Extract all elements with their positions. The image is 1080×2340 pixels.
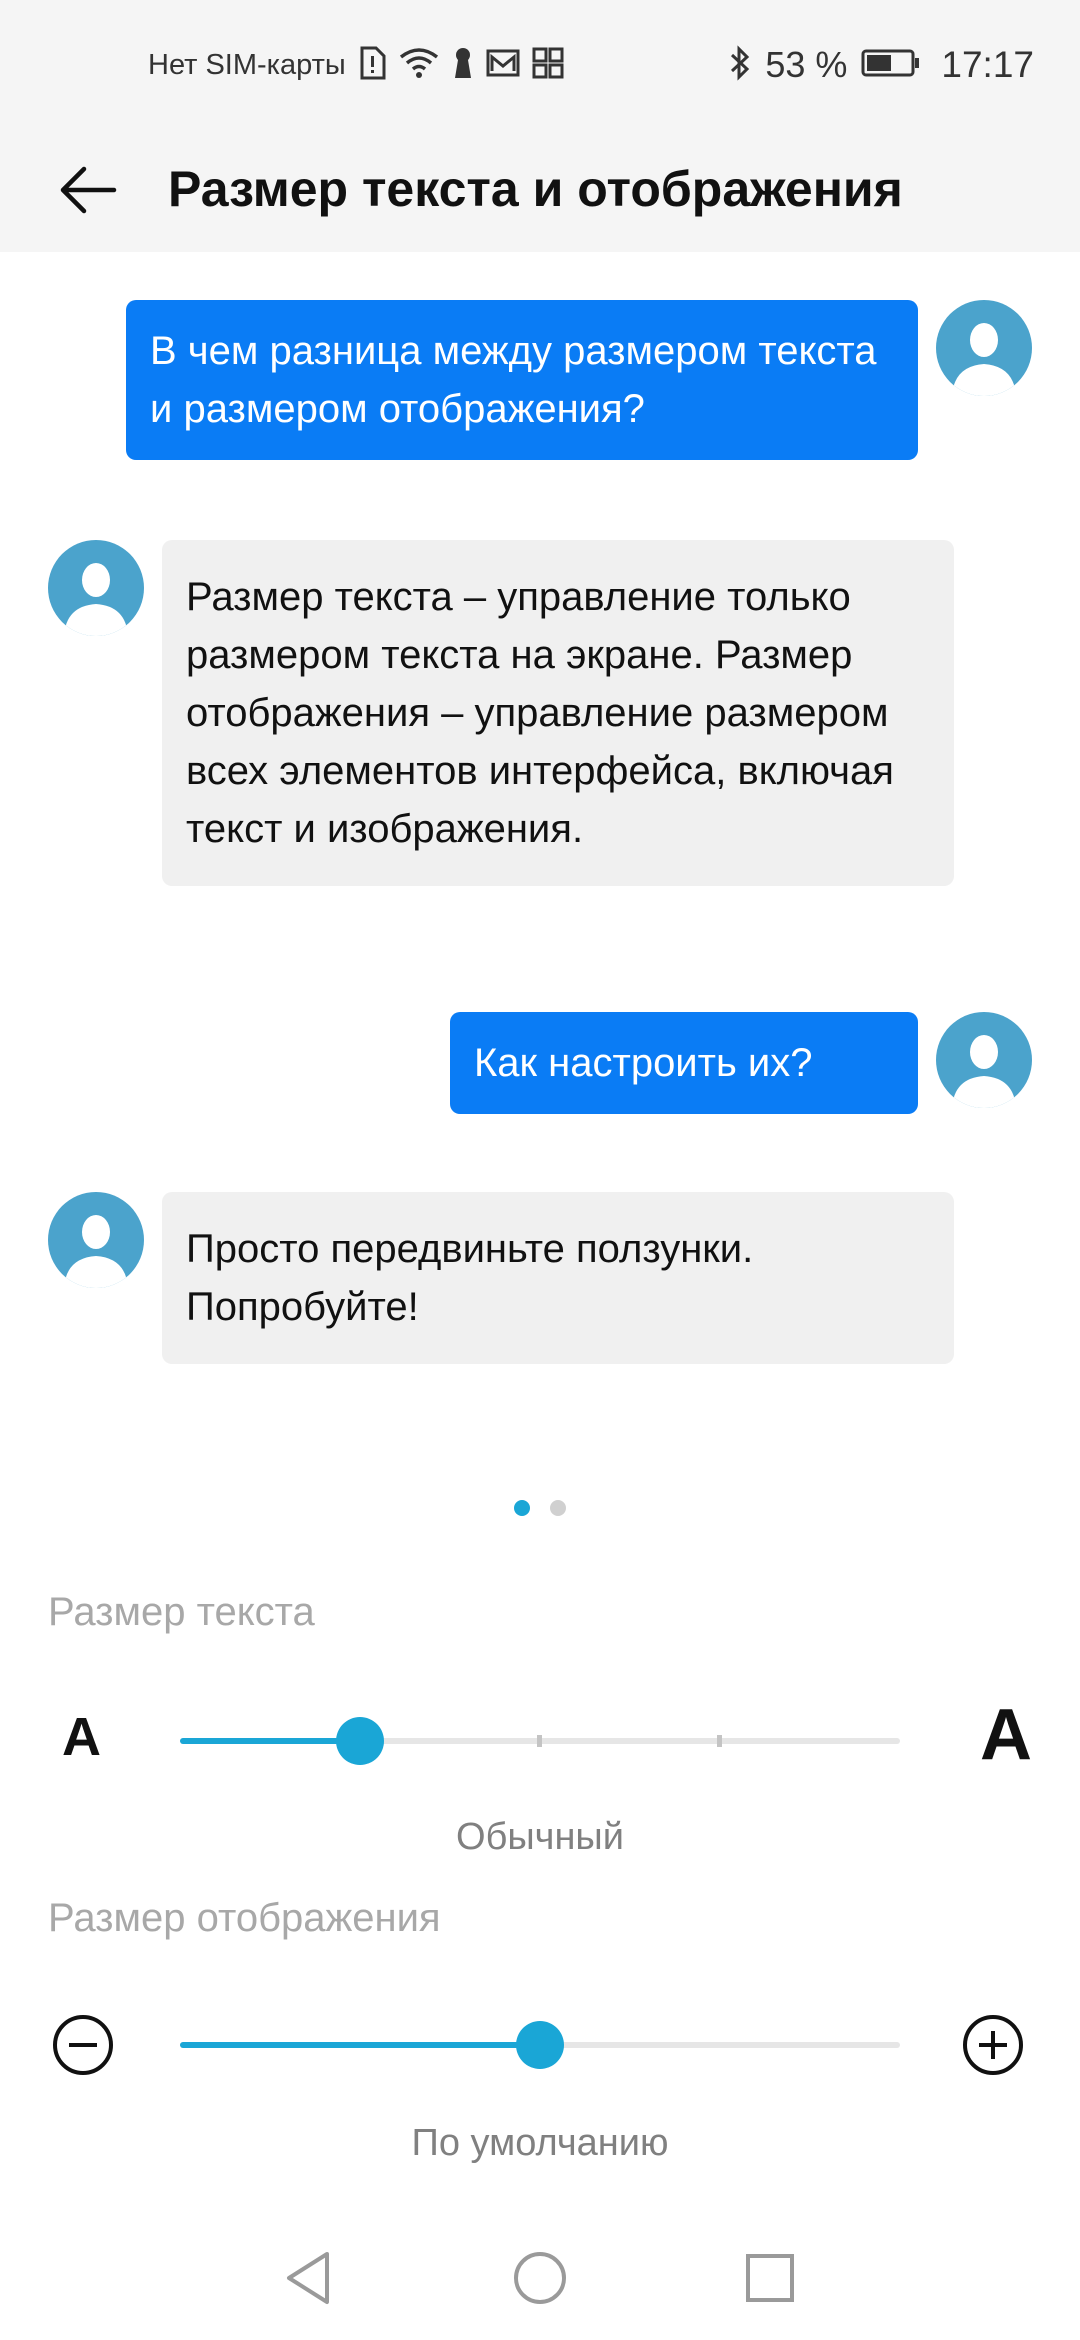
page-dot-active[interactable] xyxy=(514,1500,530,1516)
large-text-icon: A xyxy=(980,1695,1032,1775)
carrier-label: Нет SIM-карты xyxy=(148,49,346,81)
message-text: Как настроить их? xyxy=(474,1041,813,1085)
status-right: 53 % 17:17 xyxy=(729,44,1034,86)
text-size-row: A A xyxy=(0,1695,1080,1786)
status-bar: Нет SIM-карты 53 % 17:17 xyxy=(0,0,1080,132)
nav-recents-icon xyxy=(744,2252,796,2309)
user-avatar xyxy=(936,300,1032,396)
battery-icon xyxy=(861,48,921,83)
wifi-icon xyxy=(398,47,440,84)
small-text-icon: A xyxy=(62,1707,101,1767)
nav-back-icon xyxy=(283,2250,333,2311)
back-button[interactable] xyxy=(48,152,128,232)
person-icon xyxy=(64,563,128,636)
person-icon xyxy=(952,323,1016,396)
user-message-bubble: В чем разница между размером текста и ра… xyxy=(126,300,918,460)
keyhole-icon xyxy=(452,46,474,85)
display-size-row xyxy=(0,2000,1080,2090)
user-message-bubble: Как настроить их? xyxy=(450,1012,918,1114)
app-bar: Размер текста и отображения xyxy=(0,132,1080,252)
person-icon xyxy=(952,1035,1016,1108)
page-dot[interactable] xyxy=(550,1500,566,1516)
nav-home-icon xyxy=(512,2250,568,2311)
display-size-slider[interactable] xyxy=(180,2021,900,2069)
page-indicator xyxy=(0,1500,1080,1516)
mail-icon xyxy=(486,48,520,83)
assistant-message-bubble: Размер текста – управление только размер… xyxy=(162,540,954,886)
text-size-label: Размер текста xyxy=(48,1590,315,1634)
plus-circle-icon[interactable] xyxy=(962,2014,1024,2076)
assistant-message-bubble: Просто передвиньте ползунки. Попробуйте! xyxy=(162,1192,954,1364)
text-size-value: Обычный xyxy=(456,1816,624,1858)
text-size-slider-thumb[interactable] xyxy=(336,1717,384,1765)
person-icon xyxy=(64,1215,128,1288)
nav-recents-button[interactable] xyxy=(730,2240,810,2320)
display-size-slider-fill xyxy=(180,2042,540,2048)
text-size-slider[interactable] xyxy=(180,1717,900,1765)
nav-back-button[interactable] xyxy=(268,2240,348,2320)
slider-tick xyxy=(537,1735,542,1747)
display-size-value: По умолчанию xyxy=(411,2122,669,2164)
user-avatar xyxy=(936,1012,1032,1108)
display-size-slider-thumb[interactable] xyxy=(516,2021,564,2069)
status-left: Нет SIM-карты xyxy=(148,46,564,85)
slider-tick xyxy=(717,1735,722,1747)
arrow-back-icon xyxy=(58,165,118,220)
message-text: В чем разница между размером текста и ра… xyxy=(150,329,877,431)
apps-icon xyxy=(532,47,564,84)
sim-alert-icon xyxy=(358,46,386,85)
clock: 17:17 xyxy=(941,44,1034,85)
battery-percent: 53 % xyxy=(765,44,848,85)
bluetooth-icon xyxy=(729,44,751,86)
message-text: Размер текста – управление только размер… xyxy=(186,575,894,851)
nav-home-button[interactable] xyxy=(500,2240,580,2320)
text-size-slider-fill xyxy=(180,1738,360,1744)
minus-circle-icon[interactable] xyxy=(52,2014,114,2076)
display-size-label: Размер отображения xyxy=(48,1896,441,1940)
assistant-avatar xyxy=(48,1192,144,1288)
assistant-avatar xyxy=(48,540,144,636)
message-text: Просто передвиньте ползунки. Попробуйте! xyxy=(186,1227,754,1329)
page-title: Размер текста и отображения xyxy=(168,161,903,217)
system-nav-bar xyxy=(0,2220,1080,2340)
